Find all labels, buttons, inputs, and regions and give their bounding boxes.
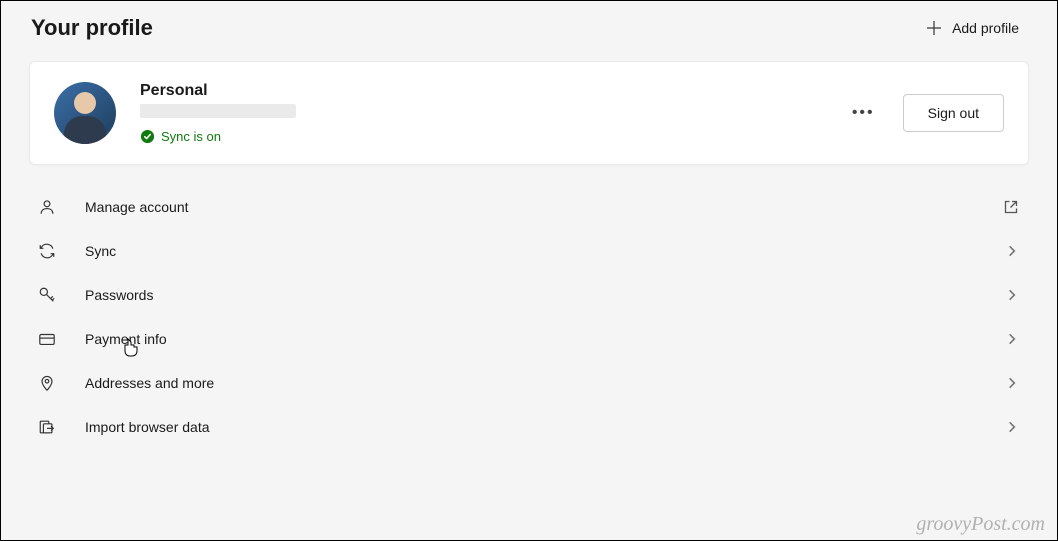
profile-name: Personal: [140, 82, 846, 100]
import-icon: [37, 418, 57, 436]
chevron-right-icon: [1005, 376, 1019, 390]
add-profile-label: Add profile: [952, 20, 1019, 36]
plus-icon: [926, 20, 942, 36]
profile-card: Personal Sync is on ••• Sign out: [29, 61, 1029, 165]
sync-icon: [37, 242, 57, 260]
chevron-right-icon: [1005, 420, 1019, 434]
page-header: Your profile Add profile: [29, 11, 1029, 45]
payment-info-row[interactable]: Payment info: [29, 317, 1029, 361]
setting-label: Passwords: [85, 287, 1005, 303]
passwords-row[interactable]: Passwords: [29, 273, 1029, 317]
chevron-right-icon: [1005, 288, 1019, 302]
addresses-row[interactable]: Addresses and more: [29, 361, 1029, 405]
setting-label: Manage account: [85, 199, 1003, 215]
setting-label: Addresses and more: [85, 375, 1005, 391]
page-title: Your profile: [31, 15, 153, 41]
credit-card-icon: [37, 330, 57, 348]
profile-email-redacted: [140, 104, 296, 118]
add-profile-button[interactable]: Add profile: [918, 16, 1027, 40]
setting-label: Payment info: [85, 331, 1005, 347]
external-link-icon: [1003, 199, 1019, 215]
settings-list: Manage account Sync: [29, 185, 1029, 449]
import-data-row[interactable]: Import browser data: [29, 405, 1029, 449]
chevron-right-icon: [1005, 244, 1019, 258]
watermark: groovyPost.com: [916, 513, 1045, 536]
profile-info: Personal Sync is on: [140, 82, 846, 144]
check-circle-icon: [140, 129, 155, 144]
more-options-button[interactable]: •••: [846, 98, 881, 128]
setting-label: Import browser data: [85, 419, 1005, 435]
key-icon: [37, 286, 57, 304]
sign-out-button[interactable]: Sign out: [903, 94, 1004, 132]
sync-status-label: Sync is on: [161, 129, 221, 144]
avatar: [54, 82, 116, 144]
sync-status: Sync is on: [140, 129, 846, 144]
sync-row[interactable]: Sync: [29, 229, 1029, 273]
chevron-right-icon: [1005, 332, 1019, 346]
location-icon: [37, 374, 57, 392]
setting-label: Sync: [85, 243, 1005, 259]
person-icon: [37, 198, 57, 216]
manage-account-row[interactable]: Manage account: [29, 185, 1029, 229]
